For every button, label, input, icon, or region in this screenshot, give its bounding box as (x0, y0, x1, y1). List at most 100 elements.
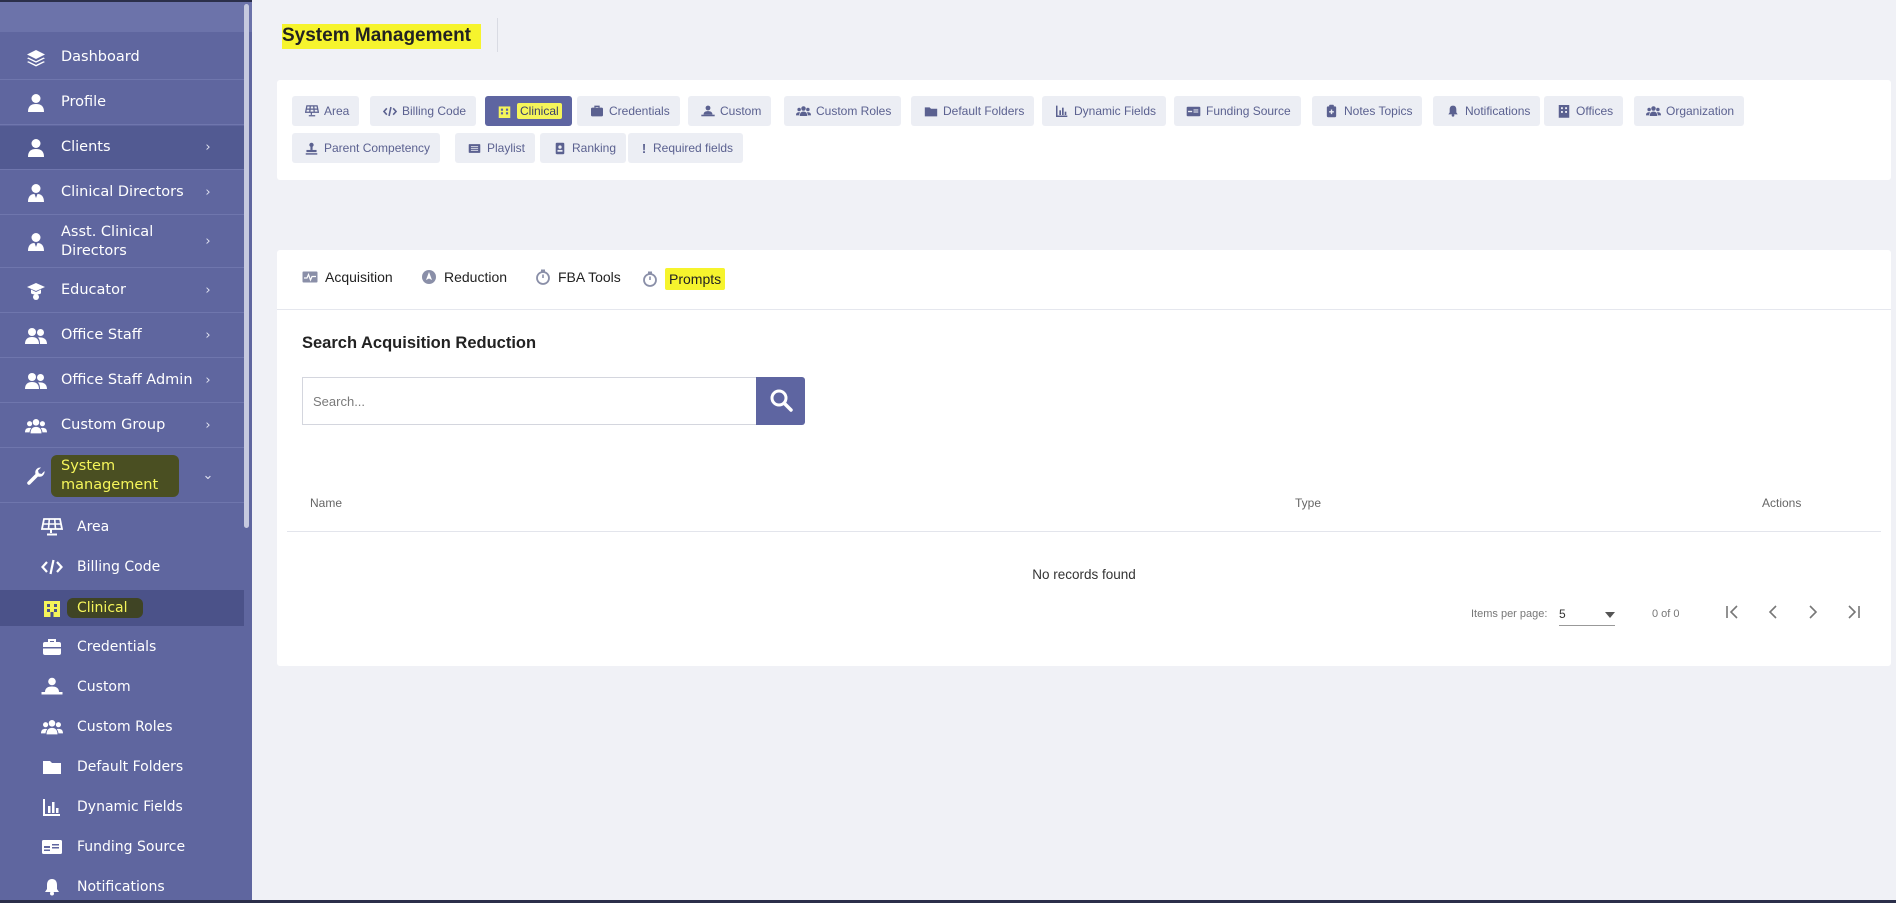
sidebar-item-dashboard[interactable]: Dashboard (0, 36, 244, 80)
tab-playlist[interactable]: Playlist (455, 133, 536, 163)
tab-ranking[interactable]: Ranking (540, 133, 627, 163)
search-input[interactable] (302, 377, 757, 425)
building-icon (497, 105, 512, 118)
sidebar-subitem-notifications[interactable]: Notifications (0, 870, 244, 903)
tab-custom[interactable]: Custom (688, 96, 772, 126)
next-page-button[interactable] (1800, 600, 1826, 626)
wrench-icon (25, 465, 47, 487)
tab-area[interactable]: Area (292, 96, 360, 126)
sidebar-item-profile[interactable]: Profile (0, 81, 244, 125)
sidebar-subitem-label: Default Folders (77, 758, 184, 775)
table-header-name[interactable]: Name (310, 496, 342, 510)
search-button[interactable] (756, 377, 805, 425)
sidebar-subitem-default-folders[interactable]: Default Folders (0, 750, 244, 784)
users-icon (25, 325, 47, 347)
table-header-type[interactable]: Type (1295, 496, 1321, 510)
first-page-button[interactable] (1720, 600, 1746, 626)
briefcase-icon (589, 105, 604, 117)
sidebar-item-educator[interactable]: Educator › (0, 269, 244, 313)
list-icon (467, 143, 482, 154)
sidebar-subitem-label: Clinical (67, 597, 244, 618)
sidebar-item-clinical-directors[interactable]: Clinical Directors › (0, 171, 244, 215)
tab-billing-code[interactable]: Billing Code (370, 96, 477, 126)
building-icon (41, 597, 63, 619)
previous-page-button[interactable] (1760, 600, 1786, 626)
sidebar-item-system-management[interactable]: System management ⌄ (0, 449, 244, 503)
tab-dynamic-fields[interactable]: Dynamic Fields (1042, 96, 1167, 126)
sidebar-top-strip (0, 2, 252, 32)
solar-panel-icon (41, 516, 63, 538)
tab-credentials[interactable]: Credentials (577, 96, 680, 126)
table-header-divider (287, 531, 1881, 532)
subtab-prompts[interactable]: Prompts (641, 268, 726, 290)
group-icon (796, 105, 811, 117)
compass-icon (420, 268, 437, 285)
sidebar-subitem-billing-code[interactable]: Billing Code (0, 550, 244, 584)
users-icon (25, 370, 47, 392)
sidebar-item-label: Office Staff Admin (61, 372, 193, 388)
sidebar-item-custom-group[interactable]: Custom Group › (0, 404, 244, 448)
folder-icon (41, 756, 63, 778)
sidebar-subitem-custom-roles[interactable]: Custom Roles (0, 710, 244, 744)
stopwatch-icon (534, 268, 551, 285)
user-tie-icon (25, 182, 47, 204)
layers-icon (25, 47, 47, 69)
id-card-icon (41, 836, 63, 858)
sidebar-subitem-label: Billing Code (77, 558, 161, 575)
sidebar-subitem-label: Dynamic Fields (77, 798, 183, 815)
sidebar-item-office-staff[interactable]: Office Staff › (0, 314, 244, 358)
id-badge-icon (552, 142, 567, 155)
person-desk-icon (41, 676, 63, 698)
sidebar-subitem-funding-source[interactable]: Funding Source (0, 830, 244, 864)
chevron-right-icon (1808, 604, 1818, 623)
tab-offices[interactable]: Offices (1544, 96, 1624, 126)
sidebar-item-label: Profile (61, 94, 107, 110)
tab-notes-topics[interactable]: Notes Topics (1312, 96, 1423, 126)
id-card-icon (1186, 106, 1201, 117)
first-page-icon (1725, 604, 1741, 623)
subtab-fba-tools[interactable]: FBA Tools (534, 268, 621, 285)
tab-clinical[interactable]: Clinical (485, 96, 572, 126)
sidebar-item-label: Custom Group (61, 417, 166, 433)
bell-icon (1445, 105, 1460, 117)
sidebar-subitem-credentials[interactable]: Credentials (0, 630, 244, 664)
folder-icon (923, 106, 938, 117)
sidebar-item-label: Educator (61, 282, 126, 298)
sidebar-item-asst-clinical-directors[interactable]: Asst. Clinical Directors › (0, 216, 244, 268)
subtab-reduction[interactable]: Reduction (420, 268, 507, 285)
sidebar-item-office-staff-admin[interactable]: Office Staff Admin › (0, 359, 244, 403)
chevron-left-icon (1768, 604, 1778, 623)
tab-default-folders[interactable]: Default Folders (911, 96, 1035, 126)
tab-funding-source[interactable]: Funding Source (1174, 96, 1301, 126)
last-page-button[interactable] (1840, 600, 1866, 626)
content-card: Acquisition Reduction FBA Tools Prompts … (277, 250, 1891, 666)
monitor-wave-icon (301, 268, 318, 285)
stamp-icon (304, 142, 319, 155)
sidebar-item-label: System management (51, 454, 198, 497)
tab-custom-roles[interactable]: Custom Roles (784, 96, 902, 126)
sidebar-item-label: Clients (61, 139, 111, 155)
person-desk-icon (700, 105, 715, 118)
tab-organization[interactable]: Organization (1634, 96, 1745, 126)
sidebar-subitem-clinical[interactable]: Clinical (0, 590, 244, 626)
sidebar-subitem-dynamic-fields[interactable]: Dynamic Fields (0, 790, 244, 824)
subtab-acquisition[interactable]: Acquisition (301, 268, 393, 285)
code-icon (41, 556, 63, 578)
sidebar-item-label: Office Staff (61, 327, 142, 343)
items-per-page-select[interactable]: 5 (1559, 602, 1615, 626)
sidebar-scrollbar[interactable] (244, 4, 249, 528)
search-icon (769, 388, 793, 415)
sidebar-subitem-area[interactable]: Area (0, 510, 244, 544)
settings-tabs-card: Area Billing Code Clinical Credentials C… (277, 80, 1891, 180)
tab-required-fields[interactable]: ! Required fields (628, 133, 744, 163)
sidebar-item-label: Dashboard (61, 49, 140, 65)
clipboard-icon (1324, 104, 1339, 118)
tab-parent-competency[interactable]: Parent Competency (292, 133, 441, 163)
sidebar-subitem-label: Area (77, 518, 110, 535)
caret-down-icon (1605, 607, 1615, 621)
sidebar-subitem-custom[interactable]: Custom (0, 670, 244, 704)
sidebar-item-clients[interactable]: Clients › (0, 126, 244, 170)
sidebar-item-label: Asst. Clinical Directors (61, 223, 154, 259)
title-divider (497, 18, 498, 52)
tab-notifications[interactable]: Notifications (1433, 96, 1541, 126)
